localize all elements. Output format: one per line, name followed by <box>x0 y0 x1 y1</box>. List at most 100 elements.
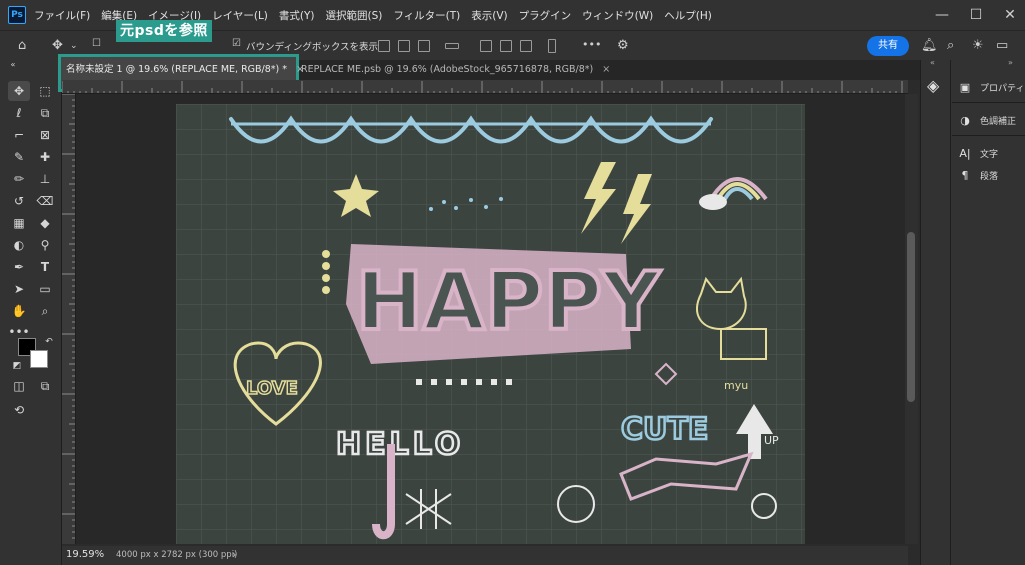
menu-view[interactable]: 表示(V) <box>471 8 507 23</box>
menu-window[interactable]: ウィンドウ(W) <box>582 8 653 23</box>
annotation-callout: 元psdを参照 <box>116 20 212 42</box>
chalkboard-artwork[interactable]: HAPPY LOVE HELLO CUTE UP myu <box>176 104 805 544</box>
rectangle-tool-icon[interactable]: ▭ <box>34 279 56 299</box>
myu-word: myu <box>724 379 748 392</box>
up-word: UP <box>764 434 779 447</box>
tools-panel: « ✥ ⬚ ℓ ⧉ ⌐ ⊠ ✎ ✚ ✏ ⊥ ↺ ⌫ ▦ ◆ ◐ ⚲ ✒ T ➤ … <box>0 60 62 565</box>
character-icon: A| <box>959 146 971 160</box>
tab-close-icon[interactable]: × <box>602 64 610 75</box>
screen-mode-icon[interactable]: ⧉ <box>34 376 56 396</box>
panel-adjustments[interactable]: ◑ 色調補正 <box>958 110 1016 130</box>
maximize-button[interactable]: ☐ <box>961 4 991 26</box>
default-colors-icon[interactable]: ◩ <box>6 356 28 376</box>
menu-select[interactable]: 選択範囲(S) <box>326 8 383 23</box>
quick-mask-icon[interactable]: ◫ <box>8 376 30 396</box>
eraser-icon[interactable]: ⌫ <box>34 191 56 211</box>
align-bottom-icon[interactable] <box>520 40 532 52</box>
gradient-tool-icon[interactable]: ▦ <box>8 213 30 233</box>
brush-tool-icon[interactable]: ✏ <box>8 169 30 189</box>
vertical-ruler[interactable] <box>62 94 76 544</box>
vertical-scroll-thumb[interactable] <box>907 232 915 402</box>
status-arrow-icon[interactable]: › <box>232 548 236 561</box>
photoshop-logo-icon: Ps <box>8 6 26 24</box>
panel-label: 文字 <box>980 149 999 160</box>
auto-select-checkbox[interactable]: ☐ <box>92 38 101 49</box>
panel-paragraph[interactable]: ¶ 段落 <box>958 165 999 185</box>
hello-word: HELLO <box>336 427 464 462</box>
align-center-icon[interactable] <box>398 40 410 52</box>
object-select-icon[interactable]: ⧉ <box>34 103 56 123</box>
tab-title: 名称未設定 1 @ 19.6% (REPLACE ME, RGB/8*) * <box>66 64 288 75</box>
document-info[interactable]: 4000 px x 2782 px (300 ppi) <box>116 550 237 560</box>
ruler-ticks <box>62 94 75 539</box>
dodge-tool-icon[interactable]: ◐ <box>8 235 30 255</box>
collapse-icon[interactable]: « <box>2 55 24 75</box>
menu-type[interactable]: 書式(Y) <box>279 8 315 23</box>
search-icon[interactable]: ⌕ <box>947 38 954 53</box>
type-tool-icon[interactable]: T <box>34 257 56 277</box>
align-left-icon[interactable] <box>378 40 390 52</box>
marquee-tool-icon[interactable]: ⬚ <box>34 81 56 101</box>
panel-dock-strip: ◈ <box>920 60 950 565</box>
cloud-doodle <box>699 194 727 210</box>
move-tool-icon[interactable]: ✥ <box>8 81 30 101</box>
horizontal-ruler[interactable] <box>62 80 908 94</box>
close-window-button[interactable]: ✕ <box>995 4 1025 26</box>
distribute-vertical-icon[interactable] <box>548 39 556 53</box>
align-right-icon[interactable] <box>418 40 430 52</box>
tab-active-label: 名称未設定 1 @ 19.6% (REPLACE ME, RGB/8*) * × <box>66 61 304 75</box>
menu-layer[interactable]: レイヤー(L) <box>212 8 268 23</box>
panel-character[interactable]: A| 文字 <box>958 143 998 163</box>
hand-tool-icon[interactable]: ✋ <box>8 301 30 321</box>
divider <box>952 102 1025 103</box>
lasso-tool-icon[interactable]: ℓ <box>8 103 30 123</box>
adjustments-icon: ◑ <box>960 113 970 127</box>
chevron-down-icon[interactable]: ⌄ <box>70 41 78 51</box>
smudge-icon[interactable]: ⚲ <box>34 235 56 255</box>
distribute-icon[interactable] <box>445 43 459 49</box>
menu-help[interactable]: ヘルプ(H) <box>664 8 712 23</box>
panel-properties[interactable]: ▣ プロパティ <box>958 77 1025 97</box>
menu-filter[interactable]: フィルター(T) <box>393 8 460 23</box>
collapse-icon[interactable]: « <box>930 58 935 67</box>
eyedropper-icon[interactable]: ✎ <box>8 147 30 167</box>
layers-icon[interactable]: ◈ <box>927 76 939 95</box>
lightbulb-icon[interactable]: ☀ <box>972 38 984 53</box>
zoom-level[interactable]: 19.59% <box>66 549 104 560</box>
collapse-icon[interactable]: » <box>1008 58 1013 67</box>
gear-icon[interactable]: ⚙ <box>617 38 629 53</box>
frame-tool-icon[interactable]: ⊠ <box>34 125 56 145</box>
align-middle-icon[interactable] <box>500 40 512 52</box>
blur-tool-icon[interactable]: ◆ <box>34 213 56 233</box>
menu-file[interactable]: ファイル(F) <box>34 8 90 23</box>
workspace-icon[interactable]: ▭ <box>996 38 1008 53</box>
tab-title: REPLACE ME.psb @ 19.6% (AdobeStock_96571… <box>301 64 594 75</box>
align-top-icon[interactable] <box>480 40 492 52</box>
ruler-ticks <box>62 81 903 93</box>
swap-colors-icon[interactable]: ↶ <box>38 332 60 352</box>
move-tool-option-icon[interactable]: ✥ <box>52 38 63 53</box>
generative-icon[interactable]: ⟲ <box>8 400 30 420</box>
home-icon[interactable]: ⌂ <box>18 38 26 53</box>
minimize-button[interactable]: — <box>927 4 957 26</box>
menu-plugins[interactable]: プラグイン <box>519 8 572 23</box>
background-color-swatch[interactable] <box>30 350 48 368</box>
history-brush-icon[interactable]: ↺ <box>8 191 30 211</box>
more-options-button[interactable]: ••• <box>582 38 601 51</box>
bounding-box-label: バウンディングボックスを表示 <box>246 42 379 53</box>
stamp-tool-icon[interactable]: ⊥ <box>34 169 56 189</box>
cute-word: CUTE <box>621 412 708 447</box>
paragraph-icon: ¶ <box>961 168 969 182</box>
path-select-icon[interactable]: ➤ <box>8 279 30 299</box>
pen-tool-icon[interactable]: ✒ <box>8 257 30 277</box>
share-button[interactable]: 共有 <box>867 36 909 56</box>
tab-replace-me[interactable]: REPLACE ME.psb @ 19.6% (AdobeStock_96571… <box>301 64 610 75</box>
panel-label: 色調補正 <box>980 116 1017 127</box>
panel-label: プロパティ <box>980 83 1025 94</box>
zoom-tool-icon[interactable]: ⌕ <box>34 301 56 321</box>
show-transform-checkbox[interactable]: ☑ <box>232 38 241 49</box>
crop-tool-icon[interactable]: ⌐ <box>8 125 30 145</box>
properties-icon: ▣ <box>959 80 971 94</box>
healing-brush-icon[interactable]: ✚ <box>34 147 56 167</box>
bell-icon[interactable]: 🔔︎ <box>921 38 938 53</box>
